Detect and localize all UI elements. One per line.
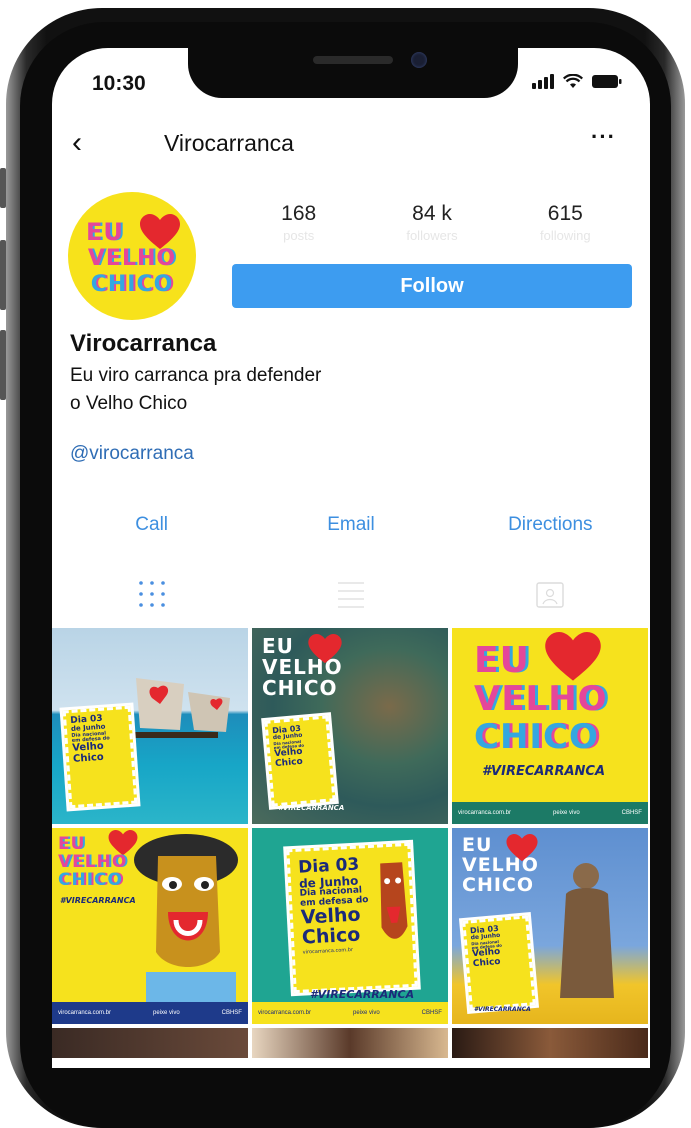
tab-list[interactable] <box>251 574 450 614</box>
post-6-tag: #VIRECARRANCA <box>474 1006 531 1013</box>
stat-posts-value: 168 <box>281 202 317 225</box>
post-4-tag: #VIRECARRANCA <box>60 896 136 905</box>
post-4[interactable]: EU VELHO CHICO #VIRECARRANCA virocarranc… <box>52 828 248 1024</box>
post-6[interactable]: EU VELHO CHICO Dia 03 de Junho Dia nacio… <box>452 828 648 1024</box>
p2-stamp-6: Chico <box>274 756 304 769</box>
stat-posts-label: posts <box>283 228 315 243</box>
logo-line-3: CHICO <box>90 272 174 297</box>
top-nav: ‹ Virocarranca ··· <box>52 124 650 168</box>
tab-grid[interactable] <box>52 574 251 614</box>
p4-footer-mid: peixe vivo <box>152 1010 180 1016</box>
p5-site: virocarranca.com.br <box>302 947 354 956</box>
mute-switch <box>0 168 6 208</box>
bio-line-2: o Velho Chico <box>70 393 188 414</box>
p4-footer-right: CBHSF <box>221 1010 242 1016</box>
post-2-tag: #VIRECARRANCA <box>278 804 345 812</box>
p4-logo-2: VELHO <box>58 851 128 872</box>
stat-followers[interactable]: 84 k followers <box>365 202 498 243</box>
stat-posts[interactable]: 168 posts <box>232 202 365 243</box>
nav-title: Virocarranca <box>164 130 294 156</box>
post-4-logo: EU VELHO CHICO <box>58 835 128 890</box>
p4-logo-3: CHICO <box>58 869 123 890</box>
logo-line-1: EU <box>86 218 124 246</box>
statue-illustration <box>560 863 614 998</box>
p5-stamp-6: Chico <box>301 923 361 949</box>
stat-following-value: 615 <box>547 202 583 225</box>
tagged-icon <box>536 582 565 608</box>
stat-followers-value: 84 k <box>412 202 452 225</box>
sailboat-illustration <box>132 678 230 738</box>
post-3-footer: virocarranca.com.br peixe vivo CBHSF <box>452 802 648 824</box>
wifi-icon <box>563 74 583 89</box>
stat-following-label: following <box>540 228 591 243</box>
p6-logo-3: CHICO <box>462 873 535 896</box>
more-options-icon[interactable]: ··· <box>591 124 616 150</box>
follow-button[interactable]: Follow <box>232 264 632 308</box>
status-time: 10:30 <box>92 72 146 95</box>
post-5-stamp: Dia 03 de Junho Dia nacional em defesa d… <box>286 842 418 994</box>
stat-followers-label: followers <box>406 228 458 243</box>
posts-grid: Dia 03 de Junho Dia nacional em defesa d… <box>52 628 650 1058</box>
volume-down-button <box>0 330 6 400</box>
post-6-stamp: Dia 03 de Junho Dia nacional em defesa d… <box>462 915 536 1011</box>
back-icon[interactable]: ‹ <box>72 128 82 158</box>
p3-logo-1: EU <box>474 640 530 681</box>
p5-footer-mid: peixe vivo <box>352 1010 380 1016</box>
notch <box>188 48 518 98</box>
heart-icon <box>140 214 180 249</box>
heart-icon <box>506 834 538 862</box>
p3-footer-left: virocarranca.com.br <box>458 810 512 816</box>
post-3[interactable]: EU VELHO CHICO #VIRECARRANCA virocarranc… <box>452 628 648 824</box>
carranca-face-icon <box>380 862 408 939</box>
p3-logo-3: CHICO <box>474 717 599 757</box>
battery-icon <box>592 74 622 89</box>
p3-footer-right: CBHSF <box>621 810 642 816</box>
tab-tagged[interactable] <box>451 574 650 614</box>
p2-logo-3: CHICO <box>262 676 338 700</box>
signal-icon <box>532 74 554 89</box>
volume-up-button <box>0 240 6 310</box>
post-5-tag: #VIRECARRANCA <box>310 988 415 1001</box>
post-8[interactable] <box>252 1028 448 1058</box>
p5-footer-right: CBHSF <box>421 1010 442 1016</box>
p3-logo-2: VELHO <box>474 679 608 719</box>
call-button[interactable]: Call <box>52 514 251 536</box>
post-2-stamp: Dia 03 de Junho Dia nacional em defesa d… <box>264 715 336 807</box>
profile-bio: Eu viro carranca pra defender o Velho Ch… <box>70 362 321 418</box>
directions-button[interactable]: Directions <box>451 514 650 536</box>
bio-line-1: Eu viro carranca pra defender <box>70 365 322 386</box>
post-9[interactable] <box>452 1028 648 1058</box>
post-1-stamp: Dia 03 de Junho Dia nacional em defesa d… <box>62 705 138 809</box>
p3-footer-mid: peixe vivo <box>552 810 580 816</box>
post-3-tag: #VIRECARRANCA <box>482 764 605 779</box>
post-5[interactable]: Dia 03 de Junho Dia nacional em defesa d… <box>252 828 448 1024</box>
speaker-grille <box>313 56 393 64</box>
p4-footer-left: virocarranca.com.br <box>58 1010 112 1016</box>
profile-avatar[interactable]: EU VELHO CHICO <box>68 192 196 320</box>
status-icons <box>532 74 622 89</box>
carranca-mask-illustration <box>134 834 238 1002</box>
stat-following[interactable]: 615 following <box>499 202 632 243</box>
logo-line-2: VELHO <box>87 246 177 271</box>
list-icon <box>337 582 364 608</box>
p6-stamp-6: Chico <box>472 956 501 969</box>
p5-footer-left: virocarranca.com.br <box>258 1010 312 1016</box>
contact-actions: Call Email Directions <box>52 514 650 536</box>
post-7[interactable] <box>52 1028 248 1058</box>
email-button[interactable]: Email <box>251 514 450 536</box>
profile-handle-link[interactable]: @virocarranca <box>70 443 194 465</box>
front-camera <box>411 52 427 68</box>
post-4-footer: virocarranca.com.br peixe vivo CBHSF <box>52 1002 248 1024</box>
grid-icon <box>138 581 165 607</box>
phone-screen: 10:30 ‹ Virocarranca ··· EU VELHO CHICO … <box>52 48 650 1068</box>
profile-stats: 168 posts 84 k followers 615 following <box>232 202 632 243</box>
p1-stamp-6: Chico <box>72 751 105 765</box>
profile-name: Virocarranca <box>70 330 217 357</box>
heart-icon <box>545 632 601 681</box>
heart-icon <box>308 634 342 664</box>
view-tabs <box>52 574 650 614</box>
post-5-footer: virocarranca.com.br peixe vivo CBHSF <box>252 1002 448 1024</box>
post-2[interactable]: EU VELHO CHICO Dia 03 de Junho Dia nacio… <box>252 628 448 824</box>
post-1[interactable]: Dia 03 de Junho Dia nacional em defesa d… <box>52 628 248 824</box>
